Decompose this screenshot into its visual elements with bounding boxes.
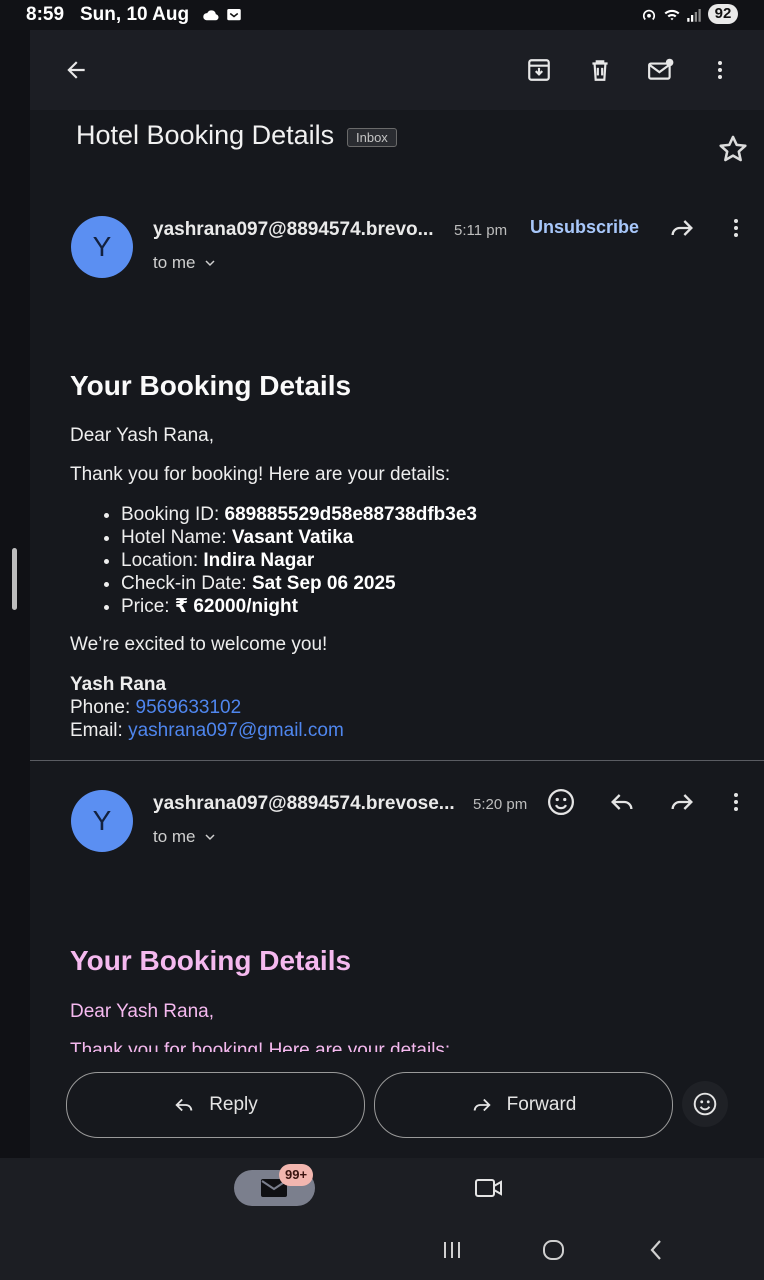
mark-unread-button[interactable]: [641, 50, 681, 90]
message-more-icon[interactable]: [724, 214, 748, 242]
archive-button[interactable]: [519, 50, 559, 90]
battery-indicator: 92: [708, 4, 738, 24]
body-heading: Your Booking Details: [70, 945, 352, 976]
mail-unread-badge: 99+: [279, 1164, 314, 1186]
star-icon[interactable]: [716, 132, 750, 166]
emoji-react-button[interactable]: [682, 1081, 728, 1127]
delete-button[interactable]: [580, 50, 620, 90]
signature-email: Email: yashrana097@gmail.com: [70, 720, 344, 741]
body-intro: Thank you for booking! Here are your det…: [70, 464, 451, 485]
body-heading: Your Booking Details: [70, 370, 352, 401]
body-greeting: Dear Yash Rana,: [70, 1001, 214, 1022]
message-divider: [30, 760, 764, 761]
message-time: 5:20 pm: [473, 796, 528, 813]
meet-video-icon[interactable]: [474, 1176, 504, 1200]
detail-booking-id: Booking ID: 689885529d58e88738dfb3e3: [121, 503, 477, 526]
archive-icon: [528, 59, 550, 81]
status-date: Sun, 10 Aug: [80, 4, 190, 25]
sender-avatar[interactable]: Y: [71, 790, 133, 852]
recipient-toggle[interactable]: to me: [153, 253, 218, 273]
back-button[interactable]: [56, 50, 96, 90]
reply-icon: [175, 1098, 193, 1112]
notification-icon: [227, 9, 241, 21]
body-closing: We’re excited to welcome you!: [70, 634, 328, 655]
home-icon[interactable]: [540, 1234, 568, 1264]
signal-icon: [687, 9, 701, 22]
forward-icon[interactable]: [667, 214, 697, 242]
chevron-down-icon: [205, 260, 215, 267]
system-back-icon[interactable]: [644, 1234, 668, 1264]
forward-icon[interactable]: [667, 788, 697, 816]
emoji-reaction-icon[interactable]: [546, 787, 576, 817]
detail-checkin-date: Check-in Date: Sat Sep 06 2025: [121, 572, 477, 595]
phone-link[interactable]: 9569633102: [136, 697, 242, 718]
sender-address: yashrana097@8894574.brevose...: [153, 793, 455, 814]
wifi-icon: [664, 9, 680, 21]
message-time: 5:11 pm: [454, 222, 508, 239]
body-intro-clipped: Thank you for booking! Here are your det…: [70, 1040, 670, 1052]
forward-icon: [473, 1098, 491, 1112]
booking-details-list: Booking ID: 689885529d58e88738dfb3e3 Hot…: [70, 503, 477, 618]
back-arrow-icon: [67, 61, 85, 79]
body-intro: Thank you for booking! Here are your det…: [70, 1040, 451, 1052]
signature-name: Yash Rana: [70, 674, 167, 695]
mark-unread-icon: [648, 58, 674, 80]
detail-price: Price: ₹ 62000/night: [121, 595, 477, 618]
recipient-label: to me: [153, 253, 196, 272]
recipient-toggle[interactable]: to me: [153, 827, 218, 847]
trash-icon: [592, 60, 608, 81]
more-vert-icon: [718, 61, 722, 79]
email-subject: Hotel Booking Details: [76, 120, 335, 150]
sender-avatar[interactable]: Y: [71, 216, 133, 278]
inbox-label-chip[interactable]: Inbox: [347, 128, 397, 147]
email-link[interactable]: yashrana097@gmail.com: [128, 720, 344, 741]
forward-label: Forward: [506, 1094, 577, 1115]
forward-button[interactable]: Forward: [374, 1072, 673, 1138]
hotspot-icon: [642, 9, 656, 21]
unsubscribe-link[interactable]: Unsubscribe: [530, 217, 639, 238]
more-options-button[interactable]: [700, 50, 740, 90]
reply-icon[interactable]: [607, 788, 637, 816]
edge-panel-handle[interactable]: [12, 548, 17, 610]
recent-apps-icon[interactable]: [440, 1234, 464, 1264]
emoji-icon: [693, 1092, 717, 1116]
body-greeting: Dear Yash Rana,: [70, 425, 214, 446]
signature-phone: Phone: 9569633102: [70, 697, 242, 718]
status-time: 8:59: [26, 4, 65, 25]
reply-label: Reply: [209, 1094, 258, 1115]
message-more-icon[interactable]: [724, 788, 748, 816]
detail-hotel-name: Hotel Name: Vasant Vatika: [121, 526, 477, 549]
cloud-icon: [203, 10, 219, 21]
chevron-down-icon: [205, 834, 215, 841]
sender-address: yashrana097@8894574.brevo...: [153, 219, 434, 240]
recipient-label: to me: [153, 827, 196, 846]
reply-button[interactable]: Reply: [66, 1072, 365, 1138]
detail-location: Location: Indira Nagar: [121, 549, 477, 572]
